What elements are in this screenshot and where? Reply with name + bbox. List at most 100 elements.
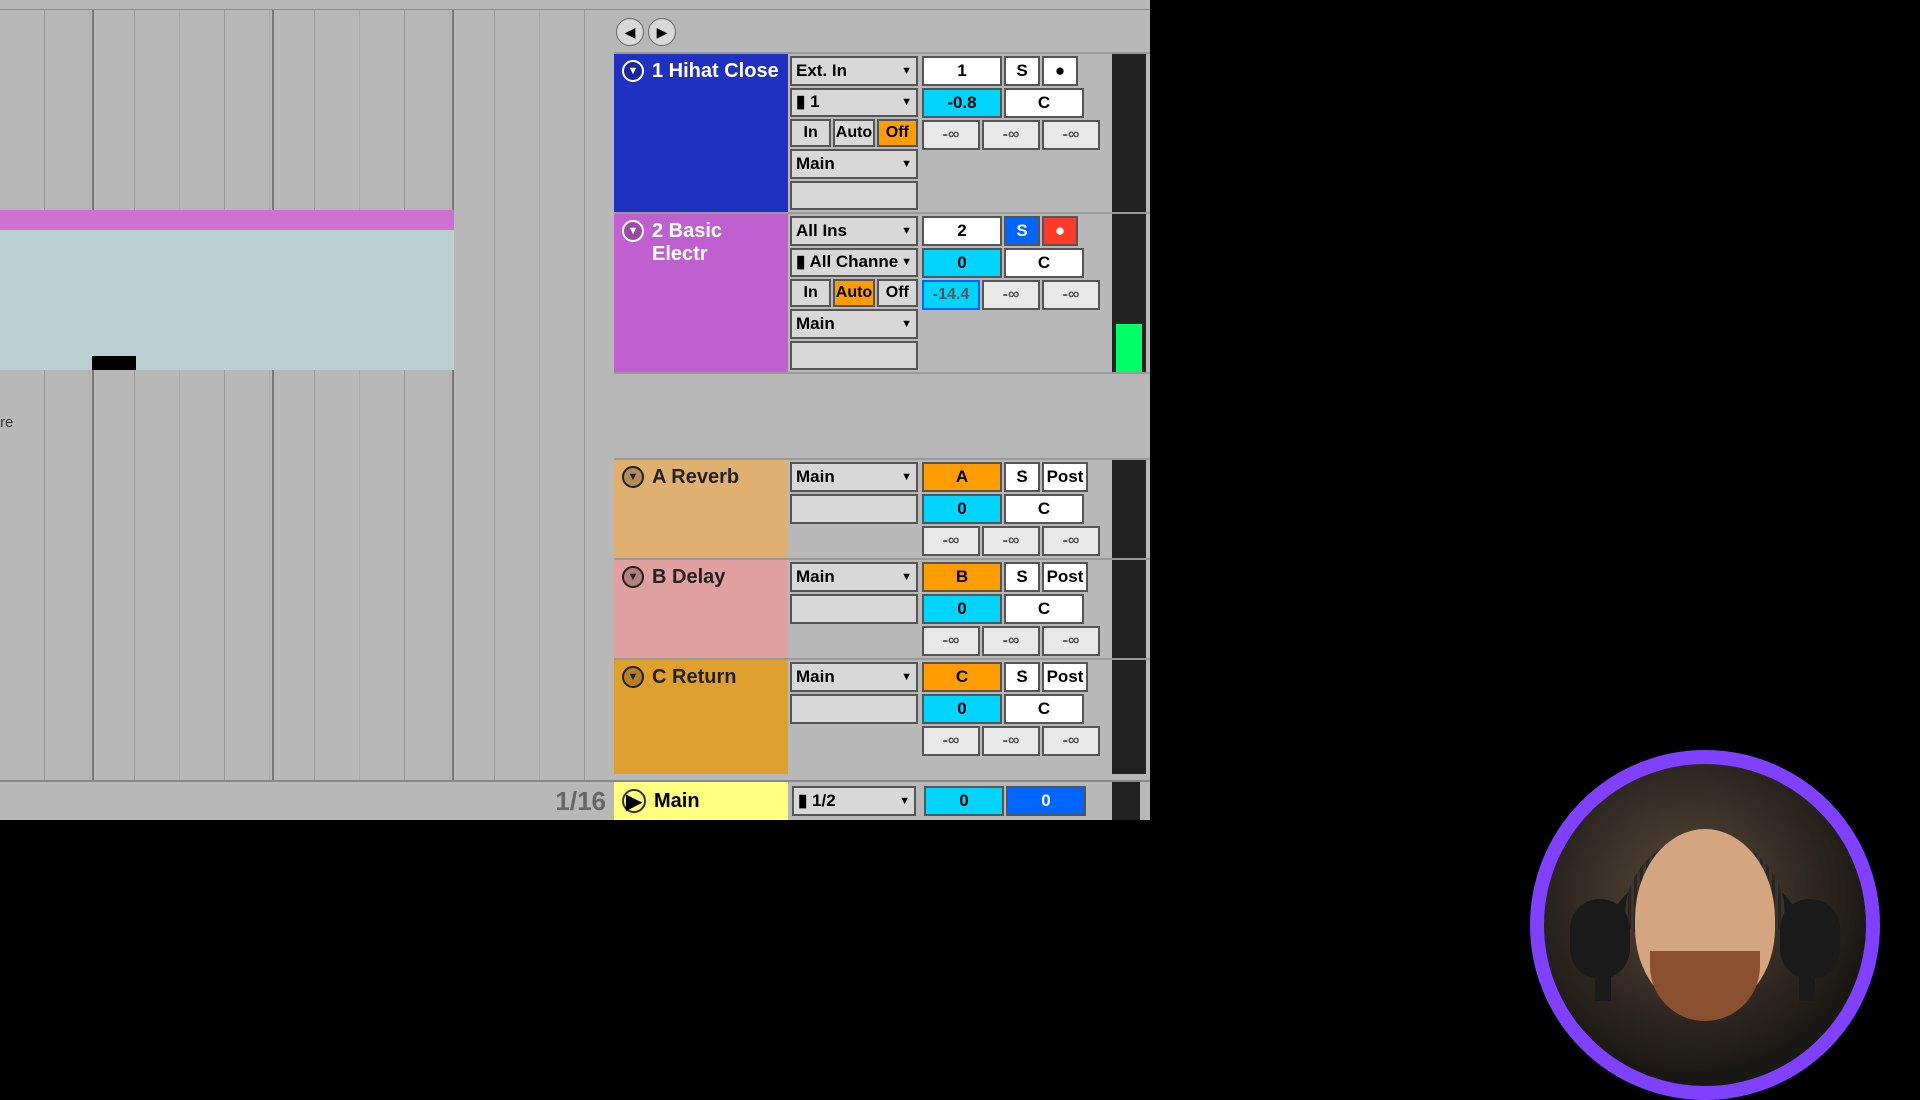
volume-field[interactable]: 0 [922, 694, 1002, 724]
fold-button[interactable]: ▼ [622, 60, 644, 82]
monitor-in-button[interactable]: In [790, 279, 831, 307]
chevron-right-icon: ▶ [657, 24, 668, 41]
pan-field[interactable]: C [1004, 594, 1084, 624]
master-volume[interactable]: 0 [924, 786, 1004, 816]
meter-level [1116, 324, 1142, 372]
output-channel-dropdown[interactable] [790, 594, 918, 624]
track-header[interactable]: ▼ C Return [614, 660, 788, 774]
solo-button[interactable]: S [1004, 462, 1040, 492]
pan-field[interactable]: C [1004, 494, 1084, 524]
pan-field[interactable]: C [1004, 88, 1084, 118]
post-button[interactable]: Post [1042, 662, 1088, 692]
record-arm-button[interactable]: ● [1042, 216, 1078, 246]
volume-field[interactable]: 0 [922, 494, 1002, 524]
output-dropdown[interactable]: Main [790, 462, 918, 492]
chevron-left-icon: ◀ [625, 24, 636, 41]
monitor-auto-button[interactable]: Auto [833, 279, 874, 307]
send-c[interactable]: -∞ [1042, 280, 1100, 310]
clip-header[interactable] [0, 210, 454, 230]
master-header[interactable]: ▶ Main [614, 782, 788, 820]
fold-button[interactable]: ▼ [622, 666, 644, 688]
return-letter[interactable]: A [922, 462, 1002, 492]
output-channel-dropdown[interactable] [790, 694, 918, 724]
send-a[interactable]: -∞ [922, 726, 980, 756]
io-section: Main [788, 660, 920, 774]
track-header[interactable]: ▼ 2 Basic Electr [614, 214, 788, 372]
track-name: 1 Hihat Close [652, 60, 779, 83]
send-c[interactable]: -∞ [1042, 526, 1100, 556]
level-meter [1112, 460, 1146, 558]
track-header[interactable]: ▼ 1 Hihat Close [614, 54, 788, 212]
master-meter [1112, 782, 1140, 820]
output-channel-dropdown[interactable] [790, 341, 918, 371]
input-channel-dropdown[interactable]: ▮ All Channe [790, 248, 918, 278]
send-b[interactable]: -∞ [982, 280, 1040, 310]
cue-volume[interactable]: 0 [1006, 786, 1086, 816]
monitor-in-button[interactable]: In [790, 119, 831, 147]
arrangement-view[interactable]: re [0, 10, 614, 820]
output-dropdown[interactable]: Main [790, 149, 918, 179]
solo-button[interactable]: S [1004, 56, 1040, 86]
next-button[interactable]: ▶ [648, 18, 676, 46]
send-b[interactable]: -∞ [982, 726, 1040, 756]
volume-field[interactable]: -0.8 [922, 88, 1002, 118]
pan-field[interactable]: C [1004, 694, 1084, 724]
send-a[interactable]: -∞ [922, 526, 980, 556]
empty-area[interactable] [614, 372, 1150, 458]
solo-button[interactable]: S [1004, 562, 1040, 592]
post-button[interactable]: Post [1042, 562, 1088, 592]
track-header[interactable]: ▼ A Reverb [614, 460, 788, 558]
level-meter [1112, 54, 1146, 212]
fold-button[interactable]: ▼ [622, 466, 644, 488]
output-dropdown[interactable]: Main [790, 309, 918, 339]
record-arm-button[interactable]: ● [1042, 56, 1078, 86]
send-b[interactable]: -∞ [982, 526, 1040, 556]
output-channel-dropdown[interactable] [790, 494, 918, 524]
send-b[interactable]: -∞ [982, 626, 1040, 656]
clip-body[interactable] [0, 230, 454, 370]
send-c[interactable]: -∞ [1042, 120, 1100, 150]
output-dropdown[interactable]: Main [790, 562, 918, 592]
return-track-row: ▼ A Reverb Main A S Post 0 C -∞ [614, 458, 1150, 558]
earcup-left [1570, 899, 1630, 979]
monitor-off-button[interactable]: Off [877, 119, 918, 147]
midi-clip[interactable] [0, 210, 454, 370]
input-type-dropdown[interactable]: Ext. In [790, 56, 918, 86]
send-a[interactable]: -14.4 [922, 280, 980, 310]
prev-button[interactable]: ◀ [616, 18, 644, 46]
send-c[interactable]: -∞ [1042, 726, 1100, 756]
track-number[interactable]: 2 [922, 216, 1002, 246]
send-a[interactable]: -∞ [922, 626, 980, 656]
input-channel-dropdown[interactable]: ▮ 1 [790, 88, 918, 118]
play-icon[interactable]: ▶ [622, 789, 646, 813]
return-track-row: ▼ C Return Main C S Post 0 C -∞ [614, 658, 1150, 774]
grid-resolution-label: 1/16 [0, 782, 614, 820]
volume-field[interactable]: 0 [922, 248, 1002, 278]
timeline-ruler[interactable] [0, 0, 1150, 10]
mixer-section: B S Post 0 C -∞ -∞ -∞ [920, 560, 1112, 658]
return-letter[interactable]: C [922, 662, 1002, 692]
post-button[interactable]: Post [1042, 462, 1088, 492]
solo-button[interactable]: S [1004, 216, 1040, 246]
fold-button[interactable]: ▼ [622, 220, 644, 242]
send-a[interactable]: -∞ [922, 120, 980, 150]
track-number[interactable]: 1 [922, 56, 1002, 86]
pan-field[interactable]: C [1004, 248, 1084, 278]
fold-button[interactable]: ▼ [622, 566, 644, 588]
track-header[interactable]: ▼ B Delay [614, 560, 788, 658]
send-b[interactable]: -∞ [982, 120, 1040, 150]
master-output-dropdown[interactable]: ▮ 1/2 [792, 786, 916, 816]
return-letter[interactable]: B [922, 562, 1002, 592]
input-type-dropdown[interactable]: All Ins [790, 216, 918, 246]
mixer-section: C S Post 0 C -∞ -∞ -∞ [920, 660, 1112, 774]
monitor-off-button[interactable]: Off [877, 279, 918, 307]
midi-note[interactable] [92, 356, 136, 370]
output-channel-dropdown[interactable] [790, 181, 918, 211]
output-dropdown[interactable]: Main [790, 662, 918, 692]
solo-button[interactable]: S [1004, 662, 1040, 692]
return-track-row: ▼ B Delay Main B S Post 0 C -∞ - [614, 558, 1150, 658]
monitor-auto-button[interactable]: Auto [833, 119, 874, 147]
volume-field[interactable]: 0 [922, 594, 1002, 624]
send-c[interactable]: -∞ [1042, 626, 1100, 656]
monitor-buttons: In Auto Off [790, 119, 918, 147]
